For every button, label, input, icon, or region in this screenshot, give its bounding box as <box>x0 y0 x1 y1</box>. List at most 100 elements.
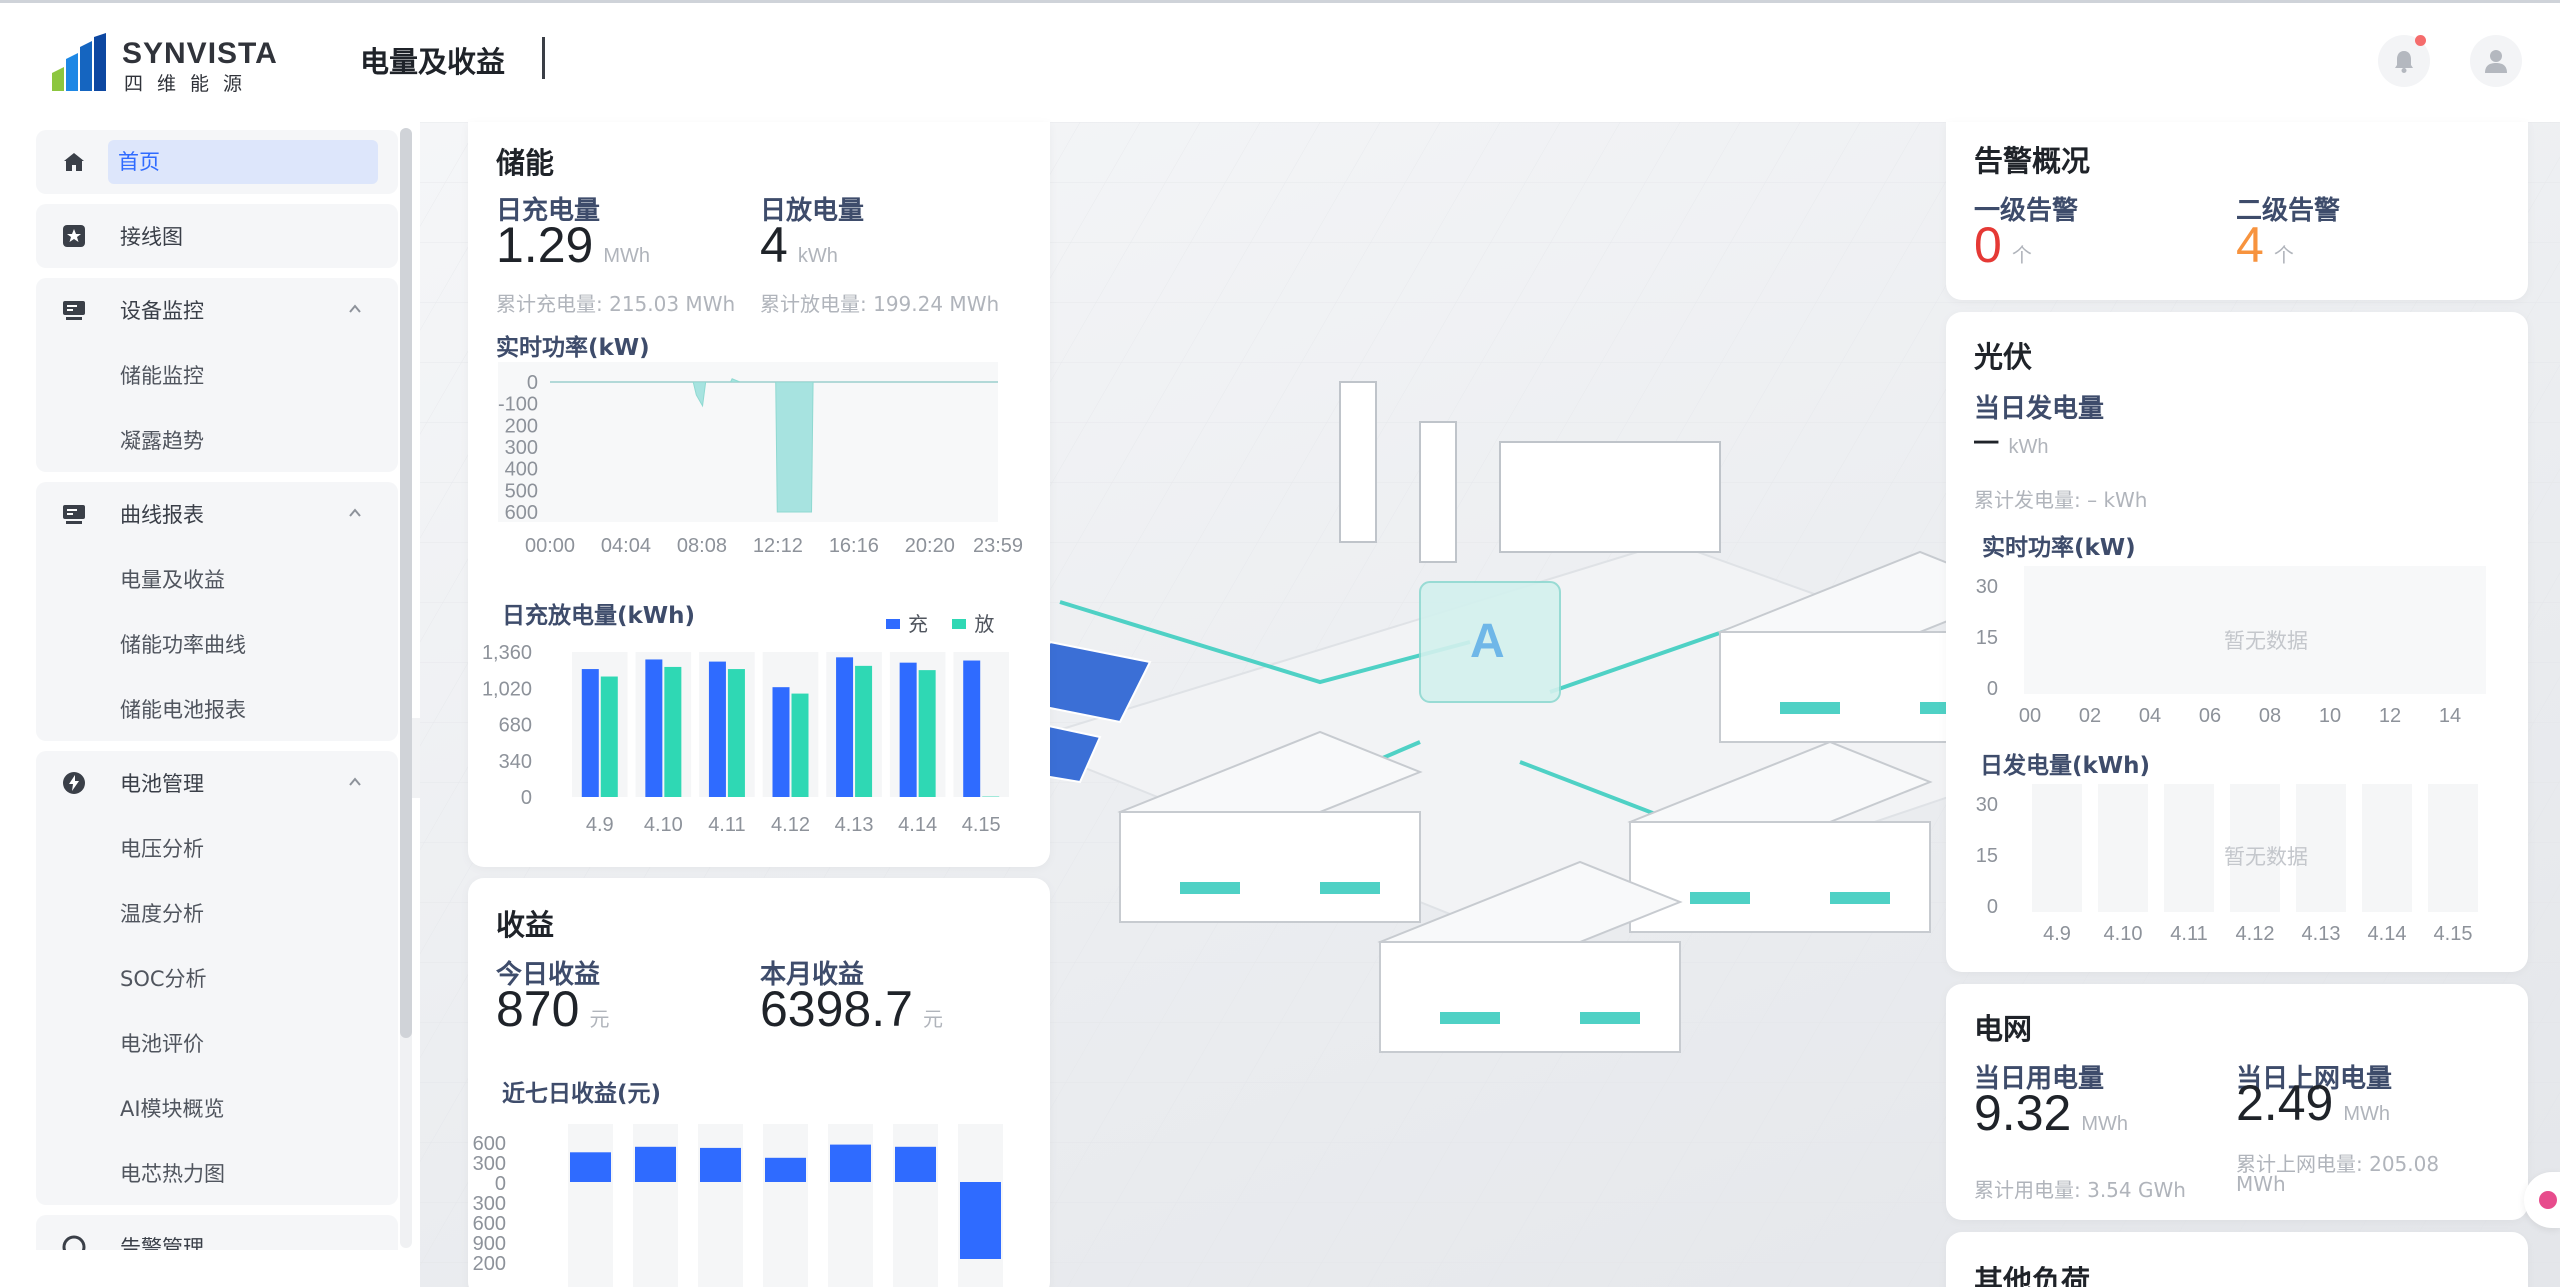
sidebar-item-alarm-management[interactable]: 告警管理 <box>36 1215 398 1250</box>
pv-energy-title: 日发电量(kWh) <box>1980 753 2151 779</box>
top-header: SYNVISTA 四维能源 电量及收益 <box>0 0 2560 122</box>
revenue-bar <box>830 1144 871 1182</box>
grid-title: 电网 <box>1974 1012 2033 1046</box>
y-tick-label: -100 <box>498 394 538 416</box>
x-tick-label: 4.10 <box>644 814 683 836</box>
sidebar-item-battery-management[interactable]: 电池管理 <box>36 751 398 815</box>
notification-button[interactable] <box>2378 35 2430 87</box>
sidebar-subitem-power-curve[interactable]: 储能功率曲线 <box>36 611 398 676</box>
pv-power-chart[interactable]: 0 15 30 00 02 04 06 08 10 12 14 暂无数据 <box>1946 566 2528 736</box>
sidebar-item-label: 电池管理 <box>120 772 204 796</box>
sidebar-item-label: 曲线报表 <box>120 503 204 527</box>
sidebar-subitem-cell-heatmap[interactable]: 电芯热力图 <box>36 1140 398 1205</box>
plot-background <box>498 362 998 522</box>
chevron-up-icon <box>349 508 361 517</box>
pv-energy-chart[interactable]: 0 15 30 4.9 4.10 4.11 4.12 4.13 4.14 4.15 暂无数据 <box>1946 784 2528 964</box>
scrollbar-thumb[interactable] <box>400 128 412 1038</box>
sidebar-subitem-temperature[interactable]: 温度分析 <box>36 880 398 945</box>
sidebar-item-curve-report[interactable]: 曲线报表 <box>36 482 398 546</box>
no-data-text: 暂无数据 <box>2224 845 2308 869</box>
y-tick-label: 300 <box>473 1193 506 1215</box>
storage-energy-chart[interactable]: 0 340 680 1,020 1,360 4.9 4.10 4.11 4.12 4.13 4.14… <box>468 632 1050 864</box>
sidebar-menu: 首页 接线图 设备监控 储能监控 凝露趋势 曲线报表 电量及收益 储能功率曲线 … <box>36 130 398 1250</box>
y-tick-label: 1,020 <box>482 678 532 700</box>
sidebar-subitem-evaluation[interactable]: 电池评价 <box>36 1010 398 1075</box>
bar-charge <box>772 687 790 797</box>
legend-swatch-discharge <box>952 619 967 629</box>
sidebar-item-label: 首页 <box>108 140 378 184</box>
category-band <box>2098 784 2148 912</box>
sidebar-subitem-battery-report[interactable]: 储能电池报表 <box>36 676 398 741</box>
menu-group-report: 曲线报表 电量及收益 储能功率曲线 储能电池报表 <box>36 482 398 741</box>
y-tick-label: 300 <box>473 1153 506 1175</box>
sidebar-item-device-monitor[interactable]: 设备监控 <box>36 278 398 342</box>
alarm-title: 告警概况 <box>1974 144 2091 178</box>
x-tick-label: 4.10 <box>2104 923 2143 945</box>
grid-total-feed: 累计上网电量: 205.08 MWh <box>2236 1154 2439 1194</box>
menu-group-home: 首页 <box>36 130 398 194</box>
storage-card: 储能 日充电量 1.29 MWh 日放电量 4 kWh 累计充电量: 215.03 … <box>468 122 1050 867</box>
category-band <box>953 652 1009 797</box>
revenue-title: 收益 <box>496 908 555 942</box>
x-tick-label: 02 <box>2079 705 2101 727</box>
star-icon <box>63 225 85 247</box>
monitor-icon <box>63 301 85 320</box>
bar-discharge <box>664 666 682 797</box>
sidebar-subitem-energy-revenue[interactable]: 电量及收益 <box>36 546 398 611</box>
power-chart-title: 实时功率(kW) <box>496 335 650 361</box>
sidebar-subitem-storage-monitor[interactable]: 储能监控 <box>36 342 398 407</box>
y-tick-label: 500 <box>505 480 538 502</box>
brand-logo[interactable]: SYNVISTA 四维能源 <box>50 33 290 95</box>
y-tick-label: 1,360 <box>482 642 532 664</box>
y-tick-label: 200 <box>505 415 538 437</box>
bar-discharge <box>600 676 618 797</box>
y-tick-label: 0 <box>1987 896 1998 918</box>
bar-charge <box>581 669 599 797</box>
x-tick-label: 20:20 <box>905 535 955 557</box>
legend-swatch-charge <box>886 619 900 629</box>
menu-group-battery: 电池管理 电压分析 温度分析 SOC分析 电池评价 AI模块概览 电芯热力图 <box>36 751 398 1205</box>
assistant-icon <box>2539 1191 2557 1209</box>
pv-card: 光伏 当日发电量 – kWh 累计发电量: – kWh 实时功率(kW) 0 15 3… <box>1946 312 2528 972</box>
sidebar-item-wiring[interactable]: 接线图 <box>36 204 398 268</box>
user-avatar-button[interactable] <box>2470 35 2522 87</box>
bar-charge <box>836 657 854 797</box>
sidebar-subitem-condensation-trend[interactable]: 凝露趋势 <box>36 407 398 472</box>
lightning-icon <box>63 772 85 794</box>
x-tick-label: 4.13 <box>2302 923 2341 945</box>
pv-power-title: 实时功率(kW) <box>1982 535 2136 561</box>
home-icon <box>64 153 84 171</box>
category-band <box>572 652 628 797</box>
storage-power-chart[interactable]: 0-100200300400500600 00:00 04:04 08:08 12:12… <box>468 362 1050 592</box>
x-tick-label: 08:08 <box>677 535 727 557</box>
bar-discharge <box>791 693 809 797</box>
y-tick-label: 15 <box>1976 845 1998 867</box>
sidebar-item-label: 设备监控 <box>120 299 204 323</box>
category-band <box>2032 784 2082 912</box>
sidebar-item-home[interactable]: 首页 <box>36 130 398 194</box>
week-revenue-chart[interactable]: 6003000300600900200 <box>468 1124 1050 1287</box>
brand-name-cn: 四维能源 <box>124 73 257 95</box>
sidebar-subitem-soc[interactable]: SOC分析 <box>36 945 398 1010</box>
x-tick-label: 4.15 <box>962 814 1001 836</box>
sidebar-subitem-ai-module[interactable]: AI模块概览 <box>36 1075 398 1140</box>
x-tick-label: 4.11 <box>2170 923 2207 945</box>
y-tick-label: 600 <box>505 502 538 524</box>
y-tick-label: 340 <box>499 751 532 773</box>
total-charge: 累计充电量: 215.03 MWh <box>496 292 736 316</box>
sidebar-subitem-voltage[interactable]: 电压分析 <box>36 815 398 880</box>
sidebar-scrollbar[interactable] <box>400 128 412 1248</box>
sidebar-item-label: 告警管理 <box>120 1236 204 1250</box>
user-icon <box>2485 50 2507 73</box>
revenue-card: 收益 今日收益 870 元 本月收益 6398.7 元 近七日收益(元) 600 30… <box>468 878 1050 1287</box>
grid-feed-value: 2.49 MWh <box>2236 1075 2390 1131</box>
category-band <box>826 652 882 797</box>
daily-discharge-value: 4 kWh <box>760 217 838 273</box>
x-tick-label: 4.15 <box>2434 923 2473 945</box>
bar-charge <box>645 659 663 797</box>
category-band <box>763 1124 808 1287</box>
x-tick-label: 4.14 <box>2368 923 2407 945</box>
menu-group-wiring: 接线图 <box>36 204 398 268</box>
menu-group-device: 设备监控 储能监控 凝露趋势 <box>36 278 398 472</box>
category-band <box>762 652 819 797</box>
